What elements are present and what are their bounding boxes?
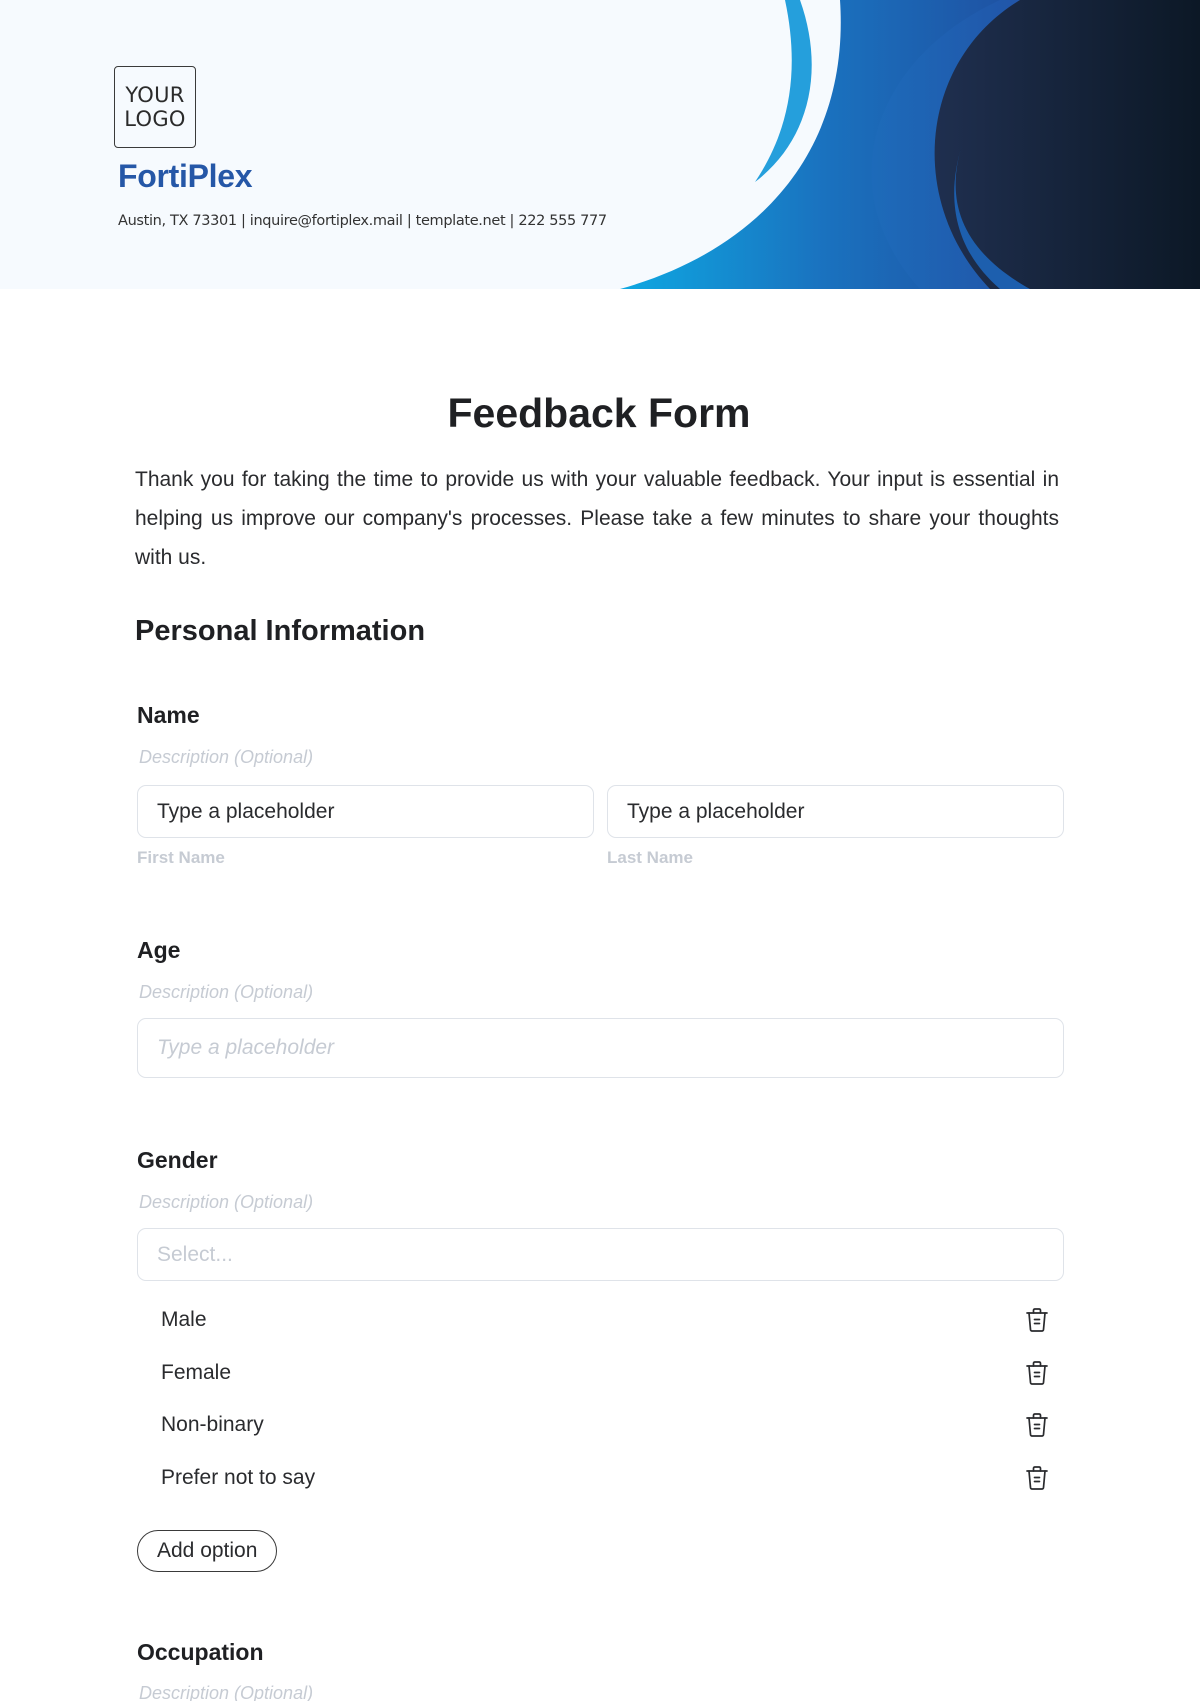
name-field-description[interactable]: Description (Optional) bbox=[139, 747, 313, 768]
company-logo: YOUR LOGO bbox=[114, 66, 196, 148]
age-field-description[interactable]: Description (Optional) bbox=[139, 982, 313, 1003]
trash-icon[interactable] bbox=[1023, 1411, 1051, 1439]
occupation-field-label: Occupation bbox=[137, 1639, 264, 1665]
gender-field-label: Gender bbox=[137, 1147, 218, 1173]
contact-info: Austin, TX 73301 | inquire@fortiplex.mai… bbox=[118, 213, 607, 229]
section-title-personal-information: Personal Information bbox=[135, 615, 426, 647]
option-label[interactable]: Prefer not to say bbox=[161, 1466, 315, 1490]
option-label[interactable]: Male bbox=[161, 1308, 207, 1332]
first-name-sublabel: First Name bbox=[137, 848, 225, 867]
gender-option: Prefer not to say bbox=[137, 1458, 1059, 1498]
first-name-input[interactable]: Type a placeholder bbox=[137, 785, 594, 838]
gender-field-description[interactable]: Description (Optional) bbox=[139, 1192, 313, 1213]
logo-text-line1: YOUR bbox=[125, 83, 185, 107]
age-field-label: Age bbox=[137, 937, 181, 963]
name-field-label: Name bbox=[137, 702, 200, 728]
letterhead-header: YOUR LOGO FortiPlex Austin, TX 73301 | i… bbox=[0, 0, 1200, 289]
add-option-button[interactable]: Add option bbox=[137, 1530, 278, 1572]
age-input[interactable]: Type a placeholder bbox=[137, 1018, 1064, 1078]
trash-icon[interactable] bbox=[1023, 1464, 1051, 1492]
company-name: FortiPlex bbox=[118, 158, 253, 194]
form-title: Feedback Form bbox=[447, 390, 751, 436]
option-label[interactable]: Non-binary bbox=[161, 1413, 264, 1437]
gender-option: Non-binary bbox=[137, 1405, 1059, 1445]
occupation-field-description[interactable]: Description (Optional) bbox=[139, 1683, 313, 1701]
gender-option: Female bbox=[137, 1353, 1059, 1393]
form-intro: Thank you for taking the time to provide… bbox=[135, 468, 1059, 569]
last-name-sublabel: Last Name bbox=[607, 848, 693, 867]
trash-icon[interactable] bbox=[1023, 1359, 1051, 1387]
trash-icon[interactable] bbox=[1023, 1306, 1051, 1334]
last-name-input[interactable]: Type a placeholder bbox=[607, 785, 1064, 838]
logo-text-line2: LOGO bbox=[124, 107, 186, 131]
option-label[interactable]: Female bbox=[161, 1361, 231, 1385]
gender-option: Male bbox=[137, 1300, 1059, 1340]
gender-select[interactable]: Select... bbox=[137, 1228, 1064, 1281]
